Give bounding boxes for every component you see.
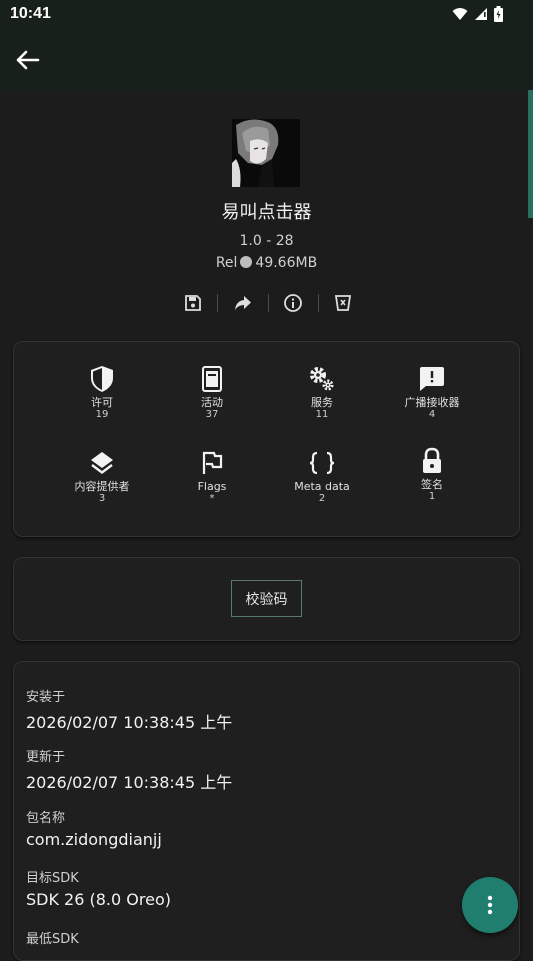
component-label: 广播接收器 — [404, 396, 460, 409]
lock-icon — [423, 447, 441, 473]
component-label: 签名 — [421, 478, 443, 491]
package-label: 包名称 — [26, 811, 66, 826]
checksum-button[interactable]: 校验码 — [231, 580, 302, 617]
status-bar: 10:41 — [0, 0, 533, 28]
signal-icon — [475, 8, 487, 20]
updated-value: 2026/02/07 10:38:45 上午 — [26, 773, 233, 792]
component-count: 4 — [428, 409, 436, 420]
share-icon — [234, 296, 251, 310]
app-name: 易叫点击器 — [221, 202, 312, 223]
component-count: 19 — [95, 409, 109, 420]
info-icon — [284, 294, 302, 312]
share-button[interactable] — [230, 290, 255, 316]
target-sdk-value: SDK 26 (8.0 Oreo) — [26, 890, 171, 909]
divider — [217, 294, 219, 312]
installed-label: 安装于 — [26, 690, 66, 705]
info-card — [13, 661, 520, 961]
trash-icon — [335, 295, 352, 311]
component-label: Meta data — [294, 480, 350, 493]
component-count: 2 — [318, 493, 326, 504]
component-label: Flags — [197, 480, 227, 493]
component-flags[interactable]: Flags * — [157, 448, 267, 505]
component-count: * — [209, 493, 215, 504]
save-apk-button[interactable] — [180, 290, 205, 316]
component-receivers[interactable]: 广播接收器 4 — [377, 364, 487, 421]
shield-icon — [91, 366, 113, 392]
component-count: 37 — [205, 409, 219, 420]
back-arrow-icon[interactable] — [14, 46, 42, 74]
component-permissions[interactable]: 许可 19 — [47, 364, 157, 421]
divider — [317, 294, 319, 312]
app-bar — [0, 28, 533, 90]
installed-value: 2026/02/07 10:38:45 上午 — [26, 713, 233, 732]
wifi-icon — [452, 8, 468, 20]
app-info-button[interactable] — [280, 290, 305, 316]
updated-label: 更新于 — [26, 750, 66, 765]
broadcast-icon — [420, 367, 444, 391]
app-icon — [232, 119, 300, 187]
uninstall-button[interactable] — [331, 290, 356, 316]
component-label: 服务 — [311, 396, 333, 409]
status-icons — [452, 6, 503, 22]
min-sdk-label: 最低SDK — [26, 932, 79, 947]
app-version: 1.0 - 28 — [239, 233, 294, 249]
release-label: Rel — [215, 255, 238, 271]
component-count: 11 — [315, 409, 329, 420]
release-info: Rel 49.66MB — [0, 255, 533, 271]
component-activities[interactable]: 活动 37 — [157, 364, 267, 421]
status-time: 10:41 — [10, 5, 51, 22]
component-meta-data[interactable]: Meta data 2 — [267, 448, 377, 505]
action-bar — [180, 290, 356, 316]
activity-icon — [202, 366, 222, 392]
component-providers[interactable]: 内容提供者 3 — [47, 448, 157, 505]
more-vert-icon — [487, 895, 493, 915]
release-dot-icon — [240, 256, 253, 268]
flag-icon — [202, 451, 223, 474]
layers-icon — [91, 452, 113, 474]
component-signatures[interactable]: 签名 1 — [377, 446, 487, 503]
component-label: 内容提供者 — [74, 480, 130, 493]
braces-icon — [309, 451, 335, 475]
more-options-button[interactable] — [462, 877, 518, 933]
save-icon — [184, 295, 201, 311]
component-label: 活动 — [201, 396, 223, 409]
components-grid: 许可 19 活动 37 服务 11 广播接收器 4 内容提供者 3 Flags … — [14, 342, 521, 538]
package-value: com.zidongdianjj — [26, 830, 162, 849]
component-count: 3 — [98, 493, 106, 504]
target-sdk-label: 目标SDK — [26, 871, 79, 886]
component-count: 1 — [428, 491, 436, 502]
app-size: 49.66MB — [255, 255, 318, 271]
component-services[interactable]: 服务 11 — [267, 364, 377, 421]
components-card: 许可 19 活动 37 服务 11 广播接收器 4 内容提供者 3 Flags … — [13, 341, 520, 537]
gears-icon — [310, 367, 334, 391]
component-label: 许可 — [91, 396, 113, 409]
battery-icon — [494, 6, 503, 22]
divider — [267, 294, 269, 312]
